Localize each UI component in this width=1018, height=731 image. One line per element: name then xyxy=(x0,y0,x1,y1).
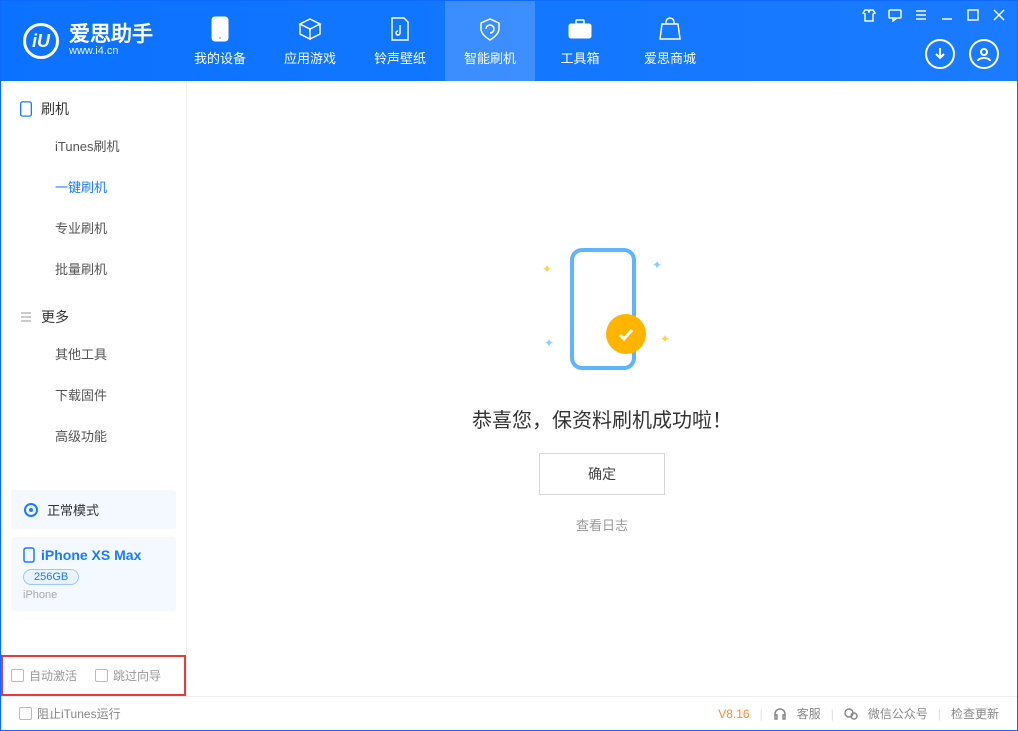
close-button[interactable] xyxy=(991,7,1007,23)
checkbox-auto-activate[interactable]: 自动激活 xyxy=(11,667,77,684)
sparkle-icon: ✦ xyxy=(542,262,552,276)
app-subtitle: www.i4.cn xyxy=(69,46,153,58)
sidebar-item-download-firmware[interactable]: 下载固件 xyxy=(1,374,186,415)
wechat-link[interactable]: 微信公众号 xyxy=(868,705,928,722)
list-icon xyxy=(19,309,33,325)
nav-label: 我的设备 xyxy=(194,48,246,67)
device-icon xyxy=(19,101,33,117)
sparkle-icon: ✦ xyxy=(652,258,662,272)
mode-label: 正常模式 xyxy=(47,500,99,519)
device-name: iPhone XS Max xyxy=(41,547,141,563)
maximize-button[interactable] xyxy=(965,7,981,23)
checkbox-label: 自动激活 xyxy=(29,667,77,684)
checkbox-block-itunes[interactable]: 阻止iTunes运行 xyxy=(19,705,121,722)
sidebar-group-flash: 刷机 xyxy=(1,81,186,125)
success-message: 恭喜您，保资料刷机成功啦！ xyxy=(472,404,732,433)
checkbox-icon xyxy=(95,669,108,682)
mode-icon xyxy=(23,502,39,518)
top-nav: 我的设备 应用游戏 铃声壁纸 智能刷机 工具箱 爱思商城 xyxy=(175,1,715,81)
bottom-bar: 阻止iTunes运行 V8.16 | 客服 | 微信公众号 | 检查更新 xyxy=(1,696,1017,730)
checkbox-label: 阻止iTunes运行 xyxy=(37,705,121,722)
phone-icon xyxy=(207,16,233,42)
device-type: iPhone xyxy=(23,589,164,601)
nav-my-device[interactable]: 我的设备 xyxy=(175,1,265,81)
checkbox-icon xyxy=(19,707,32,720)
sparkle-icon: ✦ xyxy=(660,332,670,346)
top-right-actions xyxy=(925,39,999,69)
nav-label: 应用游戏 xyxy=(284,48,336,67)
separator: | xyxy=(760,707,763,721)
nav-store[interactable]: 爱思商城 xyxy=(625,1,715,81)
shield-refresh-icon xyxy=(477,16,503,42)
topbar: iU 爱思助手 www.i4.cn 我的设备 应用游戏 铃声壁纸 智能刷机 工具… xyxy=(1,1,1017,81)
logo-icon: iU xyxy=(23,23,59,59)
success-illustration: ✦ ✦ ✦ ✦ xyxy=(492,244,712,384)
main-area: 刷机 iTunes刷机 一键刷机 专业刷机 批量刷机 更多 其他工具 下载固件 … xyxy=(1,81,1017,696)
app-logo: iU 爱思助手 www.i4.cn xyxy=(1,1,175,81)
mode-card[interactable]: 正常模式 xyxy=(11,490,176,529)
sidebar-item-other-tools[interactable]: 其他工具 xyxy=(1,333,186,374)
nav-label: 铃声壁纸 xyxy=(374,48,426,67)
nav-apps-games[interactable]: 应用游戏 xyxy=(265,1,355,81)
device-small-icon xyxy=(23,547,35,563)
skin-icon[interactable] xyxy=(861,7,877,23)
sidebar-group-more: 更多 xyxy=(1,289,186,333)
app-title: 爱思助手 xyxy=(69,24,153,46)
sparkle-icon: ✦ xyxy=(544,336,554,350)
device-card[interactable]: iPhone XS Max 256GB iPhone xyxy=(11,537,176,611)
checkbox-icon xyxy=(11,669,24,682)
cube-icon xyxy=(297,16,323,42)
content-area: ✦ ✦ ✦ ✦ 恭喜您，保资料刷机成功啦！ 确定 查看日志 xyxy=(187,81,1017,696)
nav-toolbox[interactable]: 工具箱 xyxy=(535,1,625,81)
sidebar: 刷机 iTunes刷机 一键刷机 专业刷机 批量刷机 更多 其他工具 下载固件 … xyxy=(1,81,187,696)
check-update-link[interactable]: 检查更新 xyxy=(951,705,999,722)
separator: | xyxy=(831,707,834,721)
music-file-icon xyxy=(387,16,413,42)
wechat-icon xyxy=(844,707,858,721)
version-label: V8.16 xyxy=(718,707,749,721)
nav-label: 工具箱 xyxy=(560,48,599,67)
sidebar-item-onekey-flash[interactable]: 一键刷机 xyxy=(1,166,186,207)
nav-label: 智能刷机 xyxy=(464,48,516,67)
bag-icon xyxy=(657,16,683,42)
ok-button[interactable]: 确定 xyxy=(539,453,665,495)
download-manager-button[interactable] xyxy=(925,39,955,69)
menu-icon[interactable] xyxy=(913,7,929,23)
minimize-button[interactable] xyxy=(939,7,955,23)
view-log-link[interactable]: 查看日志 xyxy=(576,515,628,534)
device-capacity-badge: 256GB xyxy=(23,569,79,585)
toolbox-icon xyxy=(567,16,593,42)
checkbox-label: 跳过向导 xyxy=(113,667,161,684)
group-title: 刷机 xyxy=(41,99,69,119)
support-link[interactable]: 客服 xyxy=(797,705,821,722)
nav-smart-flash[interactable]: 智能刷机 xyxy=(445,1,535,81)
highlighted-options-row: 自动激活 跳过向导 xyxy=(1,655,186,696)
window-controls xyxy=(861,7,1007,23)
sidebar-item-pro-flash[interactable]: 专业刷机 xyxy=(1,207,186,248)
headset-icon xyxy=(773,707,787,721)
nav-ringtone-wallpaper[interactable]: 铃声壁纸 xyxy=(355,1,445,81)
feedback-icon[interactable] xyxy=(887,7,903,23)
group-title: 更多 xyxy=(41,307,69,327)
sidebar-item-itunes-flash[interactable]: iTunes刷机 xyxy=(1,125,186,166)
check-badge-icon xyxy=(606,314,646,354)
sidebar-item-advanced[interactable]: 高级功能 xyxy=(1,415,186,456)
account-button[interactable] xyxy=(969,39,999,69)
nav-label: 爱思商城 xyxy=(644,48,696,67)
sidebar-item-batch-flash[interactable]: 批量刷机 xyxy=(1,248,186,289)
separator: | xyxy=(938,707,941,721)
checkbox-skip-guide[interactable]: 跳过向导 xyxy=(95,667,161,684)
